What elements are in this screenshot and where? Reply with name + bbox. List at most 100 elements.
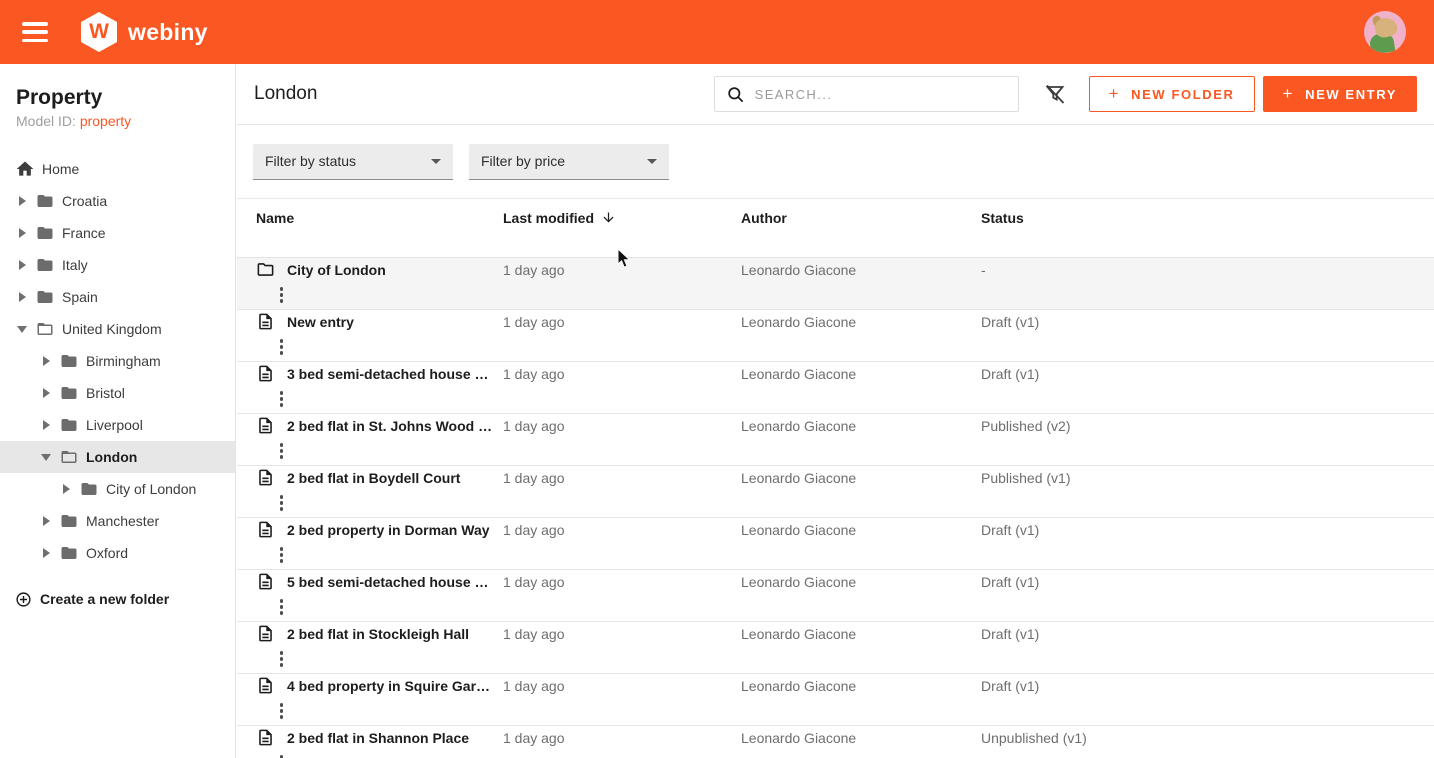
table-row[interactable]: 2 bed flat in Boydell Court 1 day ago Le… xyxy=(237,466,1434,518)
sidebar-folder-item-united-kingdom[interactable]: United Kingdom xyxy=(0,313,235,345)
row-menu-button[interactable] xyxy=(276,751,288,758)
table-row[interactable]: City of London 1 day ago Leonardo Giacon… xyxy=(237,258,1434,310)
sidebar-folder-item-bristol[interactable]: Bristol xyxy=(0,377,235,409)
row-menu-button[interactable] xyxy=(276,647,288,671)
folder-tree: Home Croatia France xyxy=(0,153,235,614)
caret-icon[interactable] xyxy=(40,451,52,463)
caret-icon[interactable] xyxy=(16,259,28,271)
entry-name: 2 bed flat in Boydell Court xyxy=(287,470,503,486)
entry-author: Leonardo Giacone xyxy=(741,366,981,382)
create-folder-label: Create a new folder xyxy=(40,591,169,607)
row-menu-button[interactable] xyxy=(276,283,288,307)
sidebar-folder-item-birmingham[interactable]: Birmingham xyxy=(0,345,235,377)
model-id-value: property xyxy=(80,113,131,129)
caret-icon[interactable] xyxy=(40,355,52,367)
row-menu-button[interactable] xyxy=(276,699,288,723)
row-menu-button[interactable] xyxy=(276,595,288,619)
filters-row: Filter by status Filter by price xyxy=(237,125,1434,199)
caret-icon[interactable] xyxy=(40,387,52,399)
sidebar-folder-item-spain[interactable]: Spain xyxy=(0,281,235,313)
search-icon xyxy=(726,85,745,104)
table-row[interactable]: 2 bed flat in Shannon Place 1 day ago Le… xyxy=(237,726,1434,758)
sidebar-folder-item-manchester[interactable]: Manchester xyxy=(0,505,235,537)
table-row[interactable]: 5 bed semi-detached house … 1 day ago Le… xyxy=(237,570,1434,622)
entry-status: Unpublished (v1) xyxy=(981,730,1386,746)
entry-status: Draft (v1) xyxy=(981,314,1386,330)
caret-icon[interactable] xyxy=(60,483,72,495)
document-icon xyxy=(256,572,275,591)
folder-closed-icon xyxy=(36,288,54,306)
document-icon xyxy=(256,624,275,643)
caret-icon[interactable] xyxy=(16,291,28,303)
sidebar-folder-item-france[interactable]: France xyxy=(0,217,235,249)
folder-closed-icon xyxy=(60,416,78,434)
entry-name: New entry xyxy=(287,314,503,330)
column-header-last-modified[interactable]: Last modified xyxy=(503,210,741,226)
column-header-author[interactable]: Author xyxy=(741,210,981,226)
folder-open-icon xyxy=(36,320,54,338)
filter-by-price-select[interactable]: Filter by price xyxy=(469,144,669,180)
tree-item-label: Spain xyxy=(62,289,98,305)
entry-author: Leonardo Giacone xyxy=(741,730,981,746)
entry-author: Leonardo Giacone xyxy=(741,262,981,278)
sidebar-item-home[interactable]: Home xyxy=(0,153,235,185)
sidebar-folder-item-city-of-london[interactable]: City of London xyxy=(0,473,235,505)
row-menu-button[interactable] xyxy=(276,543,288,567)
filter-off-icon xyxy=(1043,82,1067,106)
row-menu-button[interactable] xyxy=(276,491,288,515)
entry-last-modified: 1 day ago xyxy=(503,522,741,538)
table-row[interactable]: 2 bed property in Dorman Way 1 day ago L… xyxy=(237,518,1434,570)
row-menu-button[interactable] xyxy=(276,387,288,411)
entry-author: Leonardo Giacone xyxy=(741,418,981,434)
table-row[interactable]: 3 bed semi-detached house … 1 day ago Le… xyxy=(237,362,1434,414)
sidebar-folder-item-croatia[interactable]: Croatia xyxy=(0,185,235,217)
caret-icon[interactable] xyxy=(16,323,28,335)
user-avatar[interactable] xyxy=(1364,11,1406,53)
table-row[interactable]: 4 bed property in Squire Gar… 1 day ago … xyxy=(237,674,1434,726)
filter-by-status-select[interactable]: Filter by status xyxy=(253,144,453,180)
caret-icon[interactable] xyxy=(40,419,52,431)
main-content: London + NEW FOLDER xyxy=(237,64,1434,758)
app-window: W webiny Property Model ID: property Hom… xyxy=(0,0,1434,758)
home-icon xyxy=(15,159,35,179)
entry-name: 2 bed property in Dorman Way xyxy=(287,522,503,538)
document-icon xyxy=(256,312,275,331)
tree-item-label: Manchester xyxy=(86,513,159,529)
folder-closed-icon xyxy=(36,256,54,274)
sidebar-folder-item-oxford[interactable]: Oxford xyxy=(0,537,235,569)
sidebar-folder-item-italy[interactable]: Italy xyxy=(0,249,235,281)
create-folder-button[interactable]: Create a new folder xyxy=(0,584,235,614)
new-entry-button[interactable]: + NEW ENTRY xyxy=(1263,76,1417,112)
sort-descending-icon xyxy=(601,210,616,225)
tree-item-label: Croatia xyxy=(62,193,107,209)
header-controls: + NEW FOLDER + NEW ENTRY xyxy=(714,76,1417,112)
search-input[interactable] xyxy=(755,87,1007,102)
new-folder-button[interactable]: + NEW FOLDER xyxy=(1089,76,1255,112)
row-menu-button[interactable] xyxy=(276,335,288,359)
table-row[interactable]: 2 bed flat in St. Johns Wood … 1 day ago… xyxy=(237,414,1434,466)
tree-item-label: Liverpool xyxy=(86,417,143,433)
caret-icon[interactable] xyxy=(16,227,28,239)
column-header-name[interactable]: Name xyxy=(256,210,503,226)
entry-author: Leonardo Giacone xyxy=(741,314,981,330)
entry-name: 5 bed semi-detached house … xyxy=(287,574,503,590)
folder-icon xyxy=(256,260,275,279)
sidebar-folder-item-london[interactable]: London xyxy=(0,441,235,473)
table-row[interactable]: 2 bed flat in Stockleigh Hall 1 day ago … xyxy=(237,622,1434,674)
caret-icon[interactable] xyxy=(40,547,52,559)
brand-name: webiny xyxy=(128,19,208,46)
tree-item-label: Oxford xyxy=(86,545,128,561)
table-row[interactable]: New entry 1 day ago Leonardo Giacone Dra… xyxy=(237,310,1434,362)
column-header-status[interactable]: Status xyxy=(981,210,1386,226)
filter-toggle-button[interactable] xyxy=(1041,80,1069,108)
caret-icon[interactable] xyxy=(16,195,28,207)
hamburger-menu-icon[interactable] xyxy=(22,22,50,42)
tree-item-label: United Kingdom xyxy=(62,321,162,337)
caret-icon[interactable] xyxy=(40,515,52,527)
new-folder-label: NEW FOLDER xyxy=(1131,87,1234,102)
entry-status: Draft (v1) xyxy=(981,366,1386,382)
tree-item-label: France xyxy=(62,225,106,241)
webiny-logo[interactable]: W webiny xyxy=(81,12,208,52)
row-menu-button[interactable] xyxy=(276,439,288,463)
sidebar-folder-item-liverpool[interactable]: Liverpool xyxy=(0,409,235,441)
